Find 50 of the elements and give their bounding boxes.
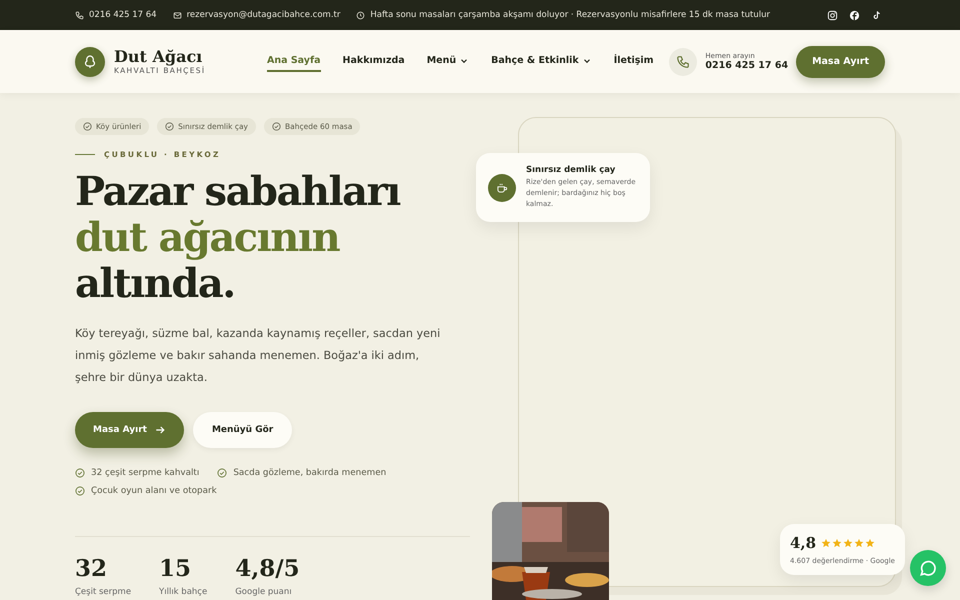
brand-name[interactable]: Dut Ağacı [114,48,206,66]
phone-number[interactable]: 0216 425 17 64 [89,10,157,20]
tiktok-icon[interactable] [871,10,882,20]
stat-label: Google puanı [235,587,293,597]
star-icon [832,538,842,548]
reserve-button[interactable]: Masa Ayırt [796,46,885,78]
notice-text: Hafta sonu masaları çarşamba akşamı doluyor · Rezervasyonlu misafirlere 15 dk masa tutulur [370,10,770,20]
chat-bubble-icon [918,558,938,578]
phone-icon[interactable] [669,48,698,76]
clock-icon [356,10,366,20]
feature-text: Sacda gözleme, bakırda menemen [233,468,386,478]
feature-text: 32 çeşit serpme kahvaltı [91,468,200,478]
stat-label: Yıllık bahçe [159,587,208,597]
nav-link[interactable]: Bahçe & Etkinlik [491,51,592,72]
mail-icon [172,10,182,20]
nav-link[interactable]: İletişim [614,51,654,72]
check-circle-icon [272,122,281,131]
check-circle-icon [165,122,174,131]
star-icon [821,538,832,548]
teacup-icon [488,174,516,202]
menu-button[interactable]: Menüyü Gör [192,412,292,448]
facebook-icon[interactable] [849,10,860,20]
star-icon [854,538,864,548]
stat-value: 4,8/5 [235,555,300,583]
feature-text: Çocuk oyun alanı ve otopark [91,486,217,496]
call-number[interactable]: 0216 425 17 64 [705,60,788,71]
star-icon [865,538,876,548]
stat-label: Çeşit serpme [75,587,132,597]
instagram-icon[interactable] [827,10,838,20]
hero-description: Köy tereyağı, süzme bal, kazanda kaynamış reçeller, sacdan yeni inmiş gözleme ve bakır sahanda menemen. Boğaz'a iki adım, şehre bir dünya uzakta. [75,326,442,386]
card-title: Sınırsız demlik çay [526,165,616,175]
nav-link[interactable]: Menü [426,51,470,72]
check-circle-icon [75,486,85,496]
star-icon [843,538,854,548]
hero-title-line: Pazar sabahları [75,169,402,215]
phone-icon [75,10,84,20]
nav-link[interactable]: Ana Sayfa [267,51,321,72]
reserve-button[interactable]: Masa Ayırt [75,412,184,448]
check-circle-icon [83,122,92,131]
hero-title-line: altında. [75,261,236,307]
stat-value: 15 [159,555,192,583]
email-address[interactable]: rezervasyon@dutagacibahce.com.tr [186,10,340,20]
tree-logo-icon[interactable] [75,46,105,76]
arrow-right-icon [154,424,166,436]
stat-value: 32 [75,555,108,583]
check-circle-icon [75,468,85,478]
hero-title-line: dut ağacının [75,215,341,261]
rating-score: 4,8 [790,534,816,552]
nav-link[interactable]: Hakkımızda [342,51,405,72]
check-circle-icon [217,468,228,478]
